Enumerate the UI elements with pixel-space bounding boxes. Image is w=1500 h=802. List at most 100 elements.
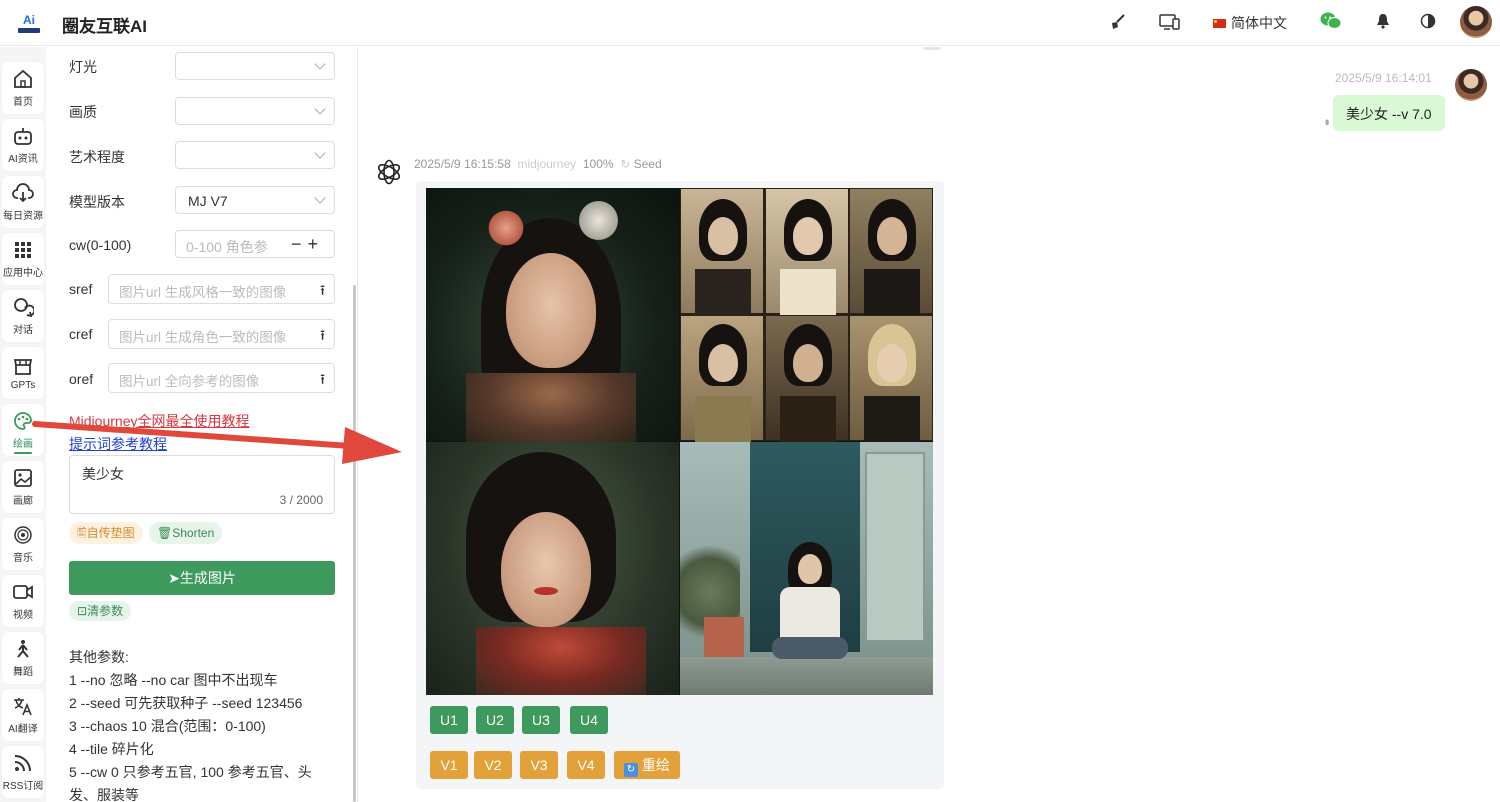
dance-icon [17, 640, 29, 658]
sidebar-label: 音乐 [13, 553, 33, 564]
sidebar-label: 绘画 [13, 439, 33, 450]
clear-chip-label: 清参数 [87, 604, 124, 618]
sidebar-label: AI翻译 [8, 724, 38, 735]
refresh-icon[interactable]: ↻ [620, 157, 630, 171]
sidebar-label: 每日资源 [3, 211, 43, 222]
upload-icon[interactable]: ⭱ [320, 280, 325, 303]
clear-params-chip[interactable]: ⊡清参数 [69, 601, 132, 621]
light-select[interactable] [175, 52, 335, 80]
theme-toggle-icon[interactable] [1420, 13, 1436, 34]
minus-plus-icons[interactable]: −+ [291, 234, 324, 255]
send-icon: ➤ [168, 570, 180, 586]
home-icon [14, 69, 32, 88]
cloud-download-icon [12, 183, 34, 203]
cref-label: cref [69, 326, 93, 342]
more-options-icon[interactable]: ••• [1320, 119, 1334, 123]
param-line: 3 --chaos 10 混合(范围：0-100) [69, 718, 266, 734]
midjourney-tutorial-link[interactable]: Midjourney全网最全使用教程 [69, 411, 249, 431]
redraw-button[interactable]: ↻ 重绘 [614, 751, 680, 779]
cw-label: cw(0-100) [69, 237, 132, 253]
sidebar-label: 应用中心 [3, 268, 43, 279]
cw-stepper[interactable]: 0-100 角色参 −+ [175, 230, 335, 258]
sidebar-item-gallery[interactable]: 画廊 [2, 461, 44, 513]
generated-image-grid[interactable] [426, 188, 933, 695]
device-icon[interactable] [1159, 13, 1181, 36]
seed-button[interactable]: Seed [634, 157, 662, 171]
sidebar-item-daily-resources[interactable]: 每日资源 [2, 176, 44, 228]
upload-chip-label: 自传垫图 [86, 526, 135, 540]
refresh-icon: ↻ [624, 763, 638, 777]
user-message-bubble: 美少女 --v 7.0 [1333, 95, 1445, 131]
image-quadrant-2[interactable] [680, 188, 933, 442]
variation-button-v2[interactable]: V2 [474, 751, 512, 779]
param-line: 4 --tile 碎片化 [69, 741, 154, 757]
sidebar-label: AI资讯 [8, 154, 38, 165]
broom-icon[interactable] [1109, 13, 1127, 36]
generate-image-button[interactable]: ➤生成图片 [69, 561, 335, 595]
variation-button-v3[interactable]: V3 [520, 751, 558, 779]
sidebar-item-video[interactable]: 视频 [2, 575, 44, 627]
sref-input[interactable]: 图片url 生成风格一致的图像 ⭱ [108, 274, 335, 304]
language-label: 简体中文 [1231, 15, 1287, 31]
shorten-chip[interactable]: 🗑Shorten [149, 522, 223, 544]
cref-input[interactable]: 图片url 生成角色一致的图像 ⭱ [108, 319, 335, 349]
panel-scrollbar[interactable] [353, 285, 356, 802]
upscale-button-u4[interactable]: U4 [570, 706, 608, 734]
sidebar-item-gpts[interactable]: GPTs [2, 347, 44, 399]
prompt-tutorial-link[interactable]: 提示词参考教程 [69, 434, 167, 454]
quality-select[interactable] [175, 97, 335, 125]
upload-reference-chip[interactable]: 🖺自传垫图 [69, 522, 143, 544]
upload-icon[interactable]: ⭱ [320, 325, 325, 348]
sidebar-item-chat[interactable]: 对话 [2, 290, 44, 342]
art-level-label: 艺术程度 [69, 149, 125, 165]
grid-icon [15, 242, 31, 258]
sidebar-item-music[interactable]: 音乐 [2, 518, 44, 570]
upload-icon[interactable]: ⭱ [320, 369, 325, 392]
art-level-select[interactable] [175, 141, 335, 169]
sidebar-item-ai-translate[interactable]: AI翻译 [2, 689, 44, 741]
image-quadrant-4[interactable] [680, 442, 933, 695]
image-quadrant-3[interactable] [426, 442, 679, 695]
bell-icon[interactable] [1376, 13, 1390, 34]
sref-label: sref [69, 281, 93, 297]
variation-button-v4[interactable]: V4 [567, 751, 605, 779]
sidebar-label: GPTs [10, 380, 36, 391]
upscale-button-u3[interactable]: U3 [522, 706, 560, 734]
generate-button-label: 生成图片 [179, 570, 236, 586]
shorten-chip-label: Shorten [172, 526, 215, 540]
wechat-icon[interactable] [1320, 11, 1342, 36]
prompt-value: 美少女 [82, 466, 124, 482]
cw-placeholder: 0-100 角色参 [186, 239, 268, 255]
model-version-value: MJ V7 [188, 193, 228, 209]
china-flag-icon [1213, 18, 1226, 28]
robot-icon [14, 128, 32, 145]
app-logo[interactable]: Ai [16, 10, 42, 36]
language-selector[interactable]: 简体中文 [1213, 13, 1287, 33]
prompt-textarea[interactable]: 美少女 3 / 2000 [69, 455, 335, 514]
sidebar-item-app-center[interactable]: 应用中心 [2, 233, 44, 285]
user-message-time: 2025/5/9 16:14:01 [1335, 71, 1432, 85]
sidebar-item-ai-news[interactable]: AI资讯 [2, 119, 44, 171]
chevron-down-icon [314, 192, 326, 204]
chevron-down-icon [314, 147, 326, 159]
logo-text: Ai [23, 12, 35, 27]
bot-message-time: 2025/5/9 16:15:58 [414, 157, 511, 171]
upscale-button-u1[interactable]: U1 [430, 706, 468, 734]
prompt-char-count: 3 / 2000 [279, 493, 323, 507]
param-line: 1 --no 忽略 --no car 图中不出现车 [69, 672, 278, 688]
upscale-button-u2[interactable]: U2 [476, 706, 514, 734]
user-message-avatar [1455, 69, 1487, 101]
bot-message-meta: 2025/5/9 16:15:58 midjourney 100% ↻ Seed [414, 157, 662, 171]
sidebar-label: 舞蹈 [13, 667, 33, 678]
image-quadrant-1[interactable] [426, 188, 679, 443]
oref-input[interactable]: 图片url 全向参考的图像 ⭱ [108, 363, 335, 393]
quality-label: 画质 [69, 104, 97, 120]
sidebar-label: 首页 [13, 97, 33, 108]
sidebar-item-home[interactable]: 首页 [2, 62, 44, 114]
sidebar-item-rss[interactable]: RSS订阅 [2, 746, 44, 798]
user-avatar[interactable] [1460, 6, 1492, 38]
sidebar-item-painting[interactable]: 绘画 [2, 404, 44, 456]
sidebar-item-dance[interactable]: 舞蹈 [2, 632, 44, 684]
variation-button-v1[interactable]: V1 [430, 751, 468, 779]
model-version-select[interactable]: MJ V7 [175, 186, 335, 214]
